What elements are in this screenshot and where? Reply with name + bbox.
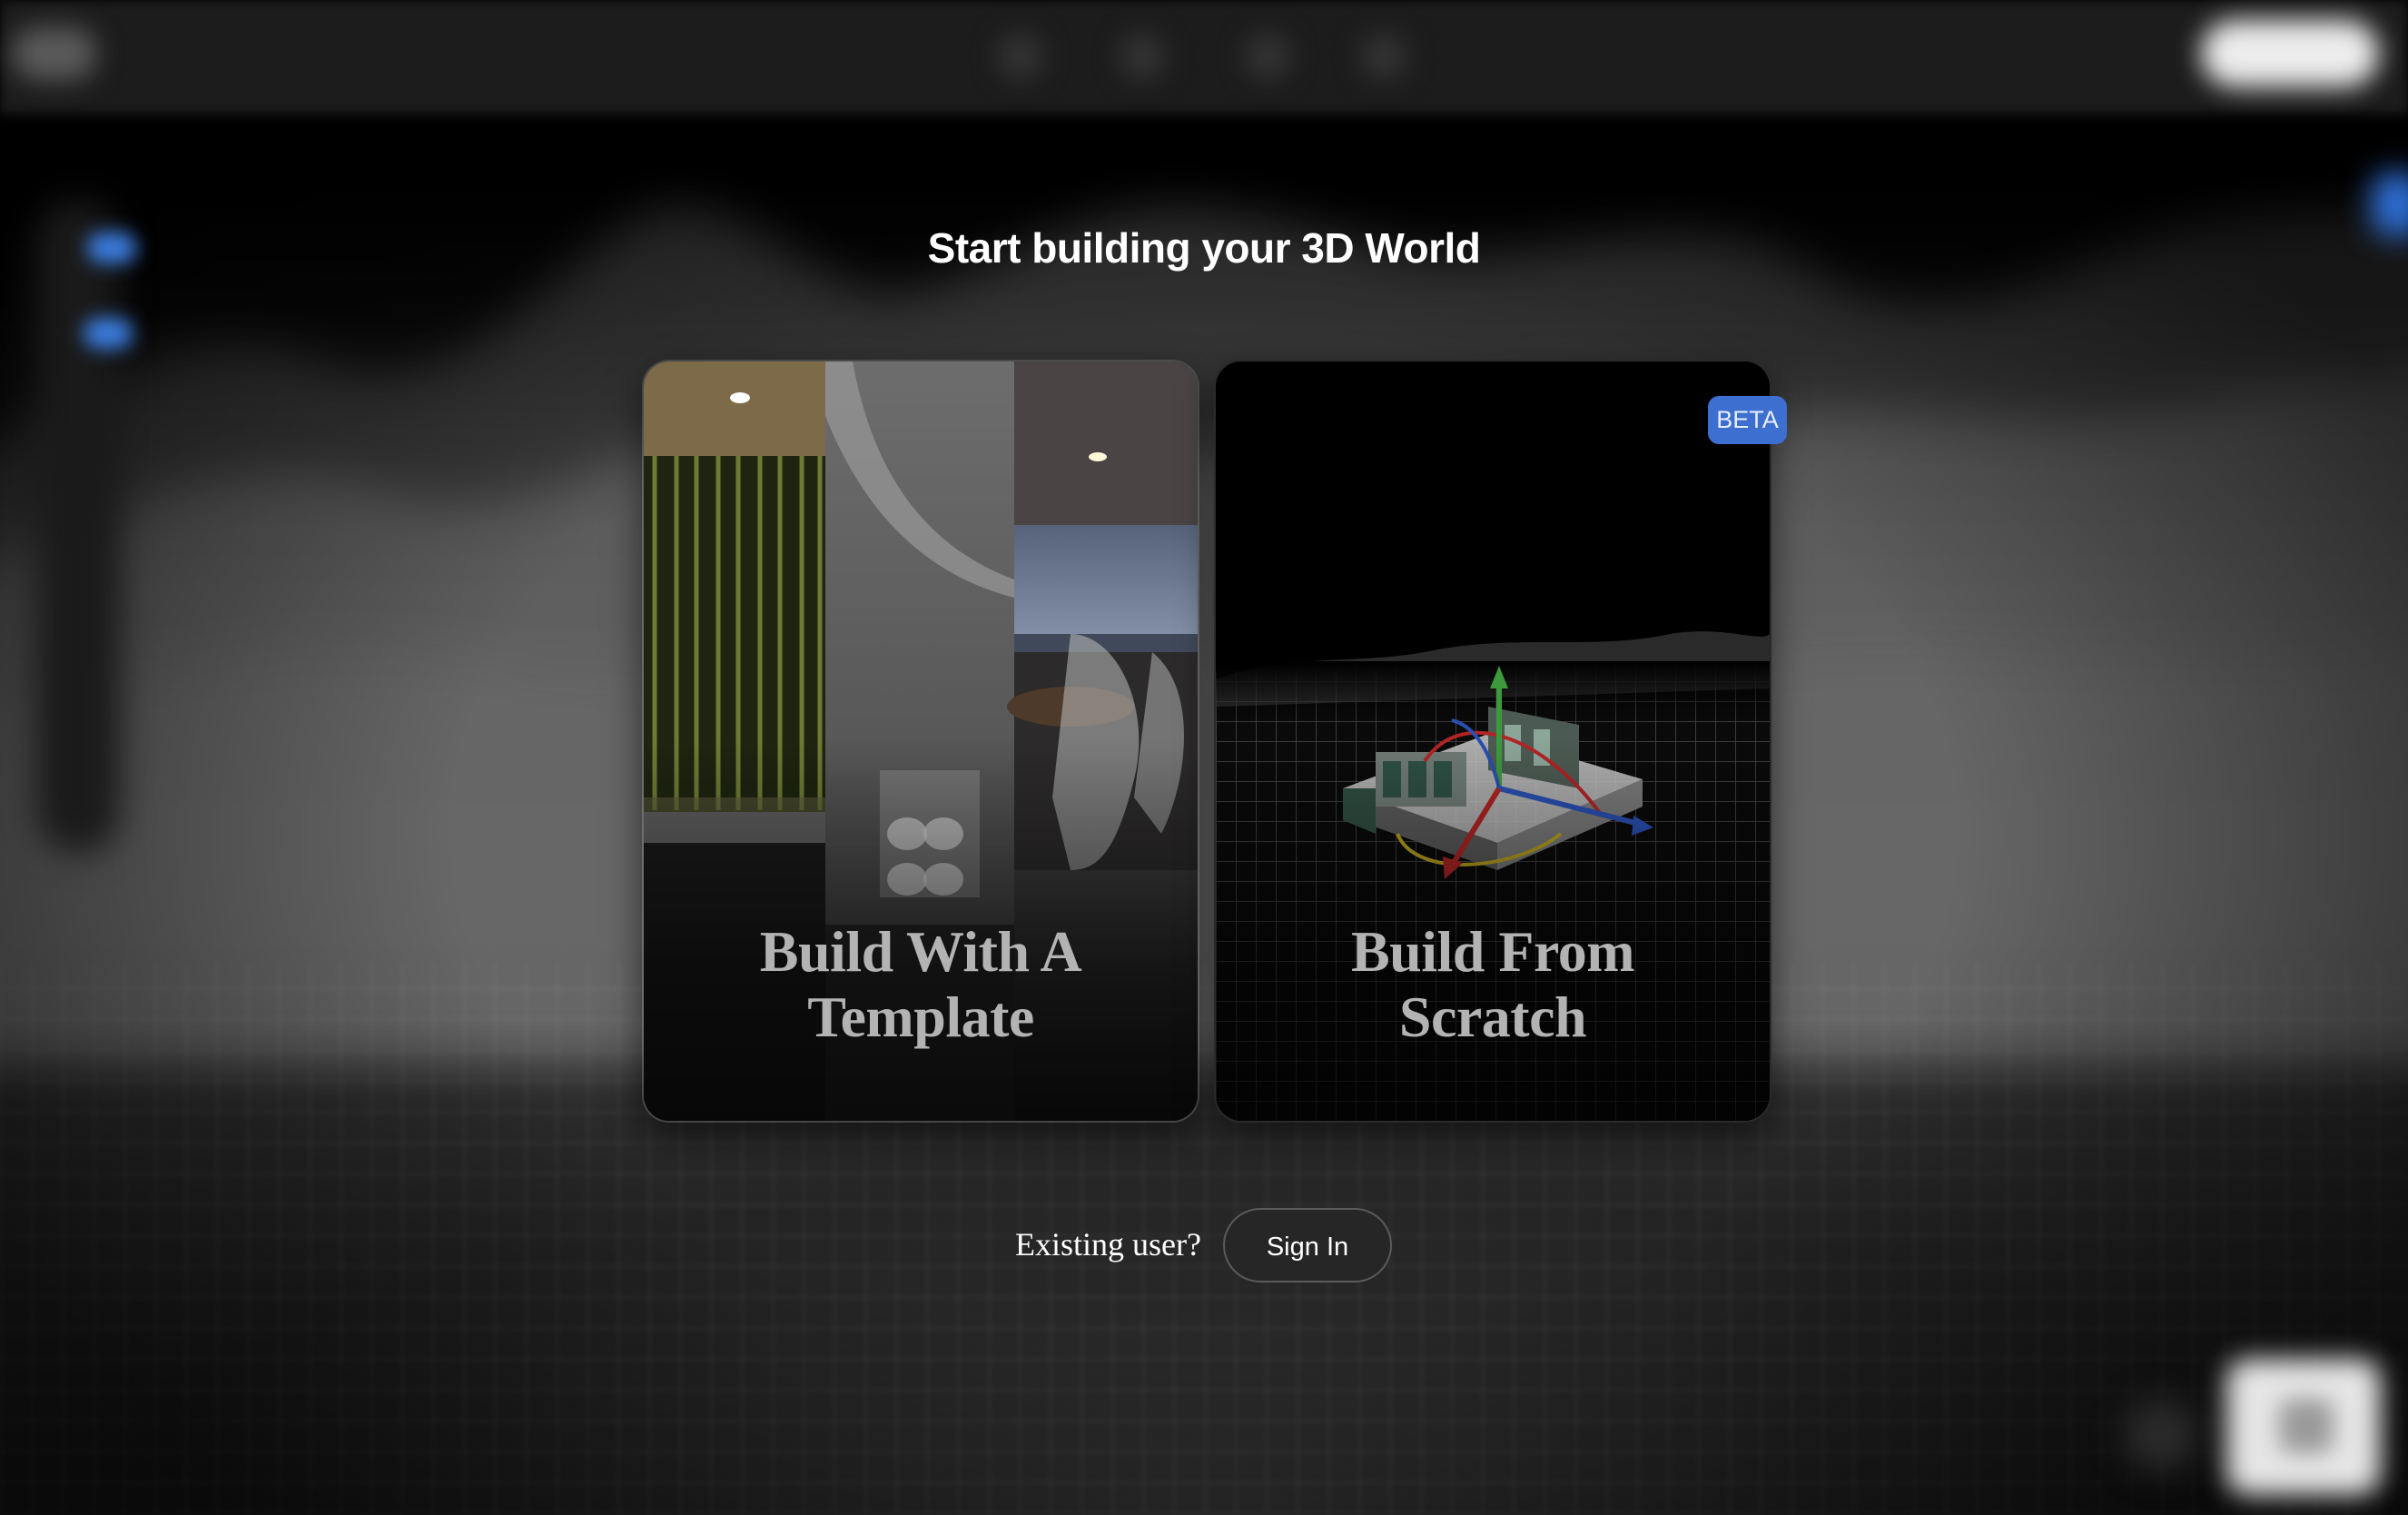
toolbar-icon-blurred: [84, 318, 133, 349]
onboarding-screen: Start building your 3D World Build With …: [0, 0, 2408, 1515]
page-title: Start building your 3D World: [927, 224, 1481, 272]
template-title-line-2: Template: [807, 985, 1034, 1049]
nav-icon-blurred: [1119, 33, 1166, 80]
nav-icon-blurred: [997, 33, 1044, 80]
nav-icon-blurred: [1360, 33, 1407, 80]
template-card-title: Build With A Template: [644, 919, 1198, 1050]
scratch-card-title: Build From Scratch: [1216, 919, 1770, 1050]
scratch-title-line-2: Scratch: [1398, 985, 1587, 1049]
top-action-button-blurred: [2201, 20, 2379, 87]
template-title-line-1: Build With A: [759, 919, 1082, 984]
signin-row: Existing user? Sign In: [0, 1208, 2408, 1284]
side-toolbar-blurred: [36, 200, 120, 854]
build-from-scratch-card[interactable]: Build From Scratch: [1214, 360, 1771, 1123]
existing-user-label: Existing user?: [1015, 1226, 1201, 1262]
nav-icon-blurred: [1244, 33, 1291, 80]
top-bar-blurred: [0, 0, 2408, 114]
logo-blurred: [13, 27, 96, 80]
corner-shadow-blurred: [2125, 1399, 2197, 1471]
sign-in-button[interactable]: Sign In: [1223, 1208, 1392, 1282]
build-with-template-card[interactable]: Build With A Template: [642, 360, 1199, 1123]
beta-badge: BETA: [1708, 396, 1787, 444]
corner-widget-icon-blurred: [2279, 1399, 2334, 1453]
scratch-title-line-1: Build From: [1350, 919, 1635, 984]
